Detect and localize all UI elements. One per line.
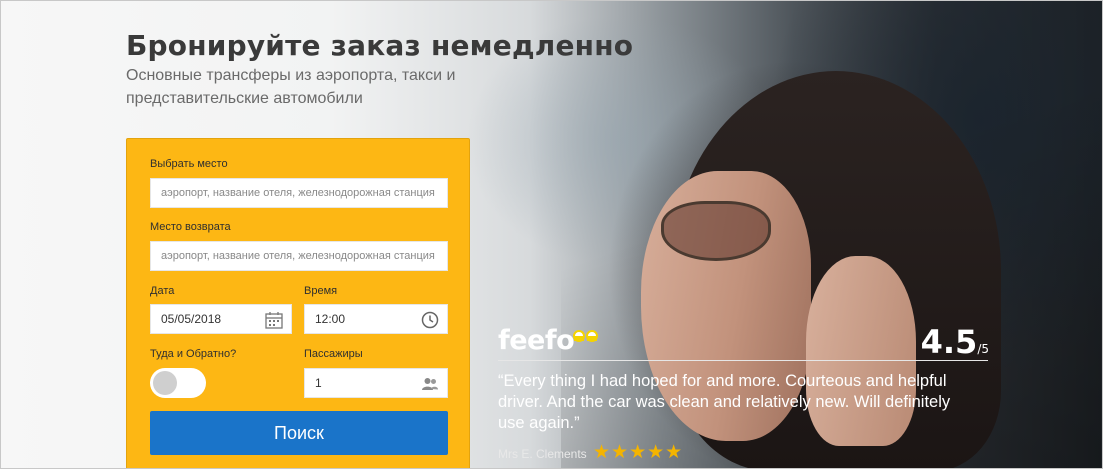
review-divider	[498, 360, 988, 361]
review-author: Mrs E. Clements	[498, 447, 587, 461]
date-input[interactable]: 05/05/2018	[150, 304, 292, 334]
rating-max: /5	[977, 342, 989, 356]
passengers-value: 1	[315, 376, 322, 390]
star-rating: ★★★★★	[593, 442, 684, 463]
people-icon	[422, 378, 438, 390]
sunglasses	[661, 201, 771, 261]
time-input[interactable]: 12:00	[304, 304, 448, 334]
date-value: 05/05/2018	[161, 312, 222, 326]
review-quote: “Every thing I had hoped for and more. C…	[498, 372, 951, 432]
page-subtitle: Основные трансферы из аэропорта, такси и…	[126, 67, 456, 107]
rating-score: 4.5/5	[921, 323, 989, 361]
dropoff-input[interactable]: аэропорт, название отеля, железнодорожна…	[150, 241, 448, 271]
time-value: 12:00	[315, 312, 346, 326]
booking-form: Выбрать место аэропорт, название отеля, …	[126, 138, 470, 468]
calendar-icon[interactable]	[265, 311, 283, 329]
passengers-input[interactable]: 1	[304, 368, 448, 398]
date-label: Дата	[150, 285, 175, 297]
roundtrip-toggle[interactable]	[150, 368, 206, 398]
pickup-label: Выбрать место	[150, 158, 228, 170]
time-label: Время	[304, 285, 338, 297]
dropoff-label: Место возврата	[150, 221, 231, 233]
roundtrip-label: Туда и Обратно?	[150, 348, 237, 360]
pickup-input[interactable]: аэропорт, название отеля, железнодорожна…	[150, 178, 448, 208]
page-frame: Бронируйте заказ немедленно Основные тра…	[0, 0, 1103, 469]
feefo-logo: feefo	[498, 325, 575, 356]
feefo-eyes-icon	[573, 330, 598, 342]
rating-value: 4.5	[920, 323, 978, 361]
toggle-knob	[153, 371, 177, 395]
passengers-label: Пассажиры	[304, 348, 363, 360]
clock-icon[interactable]	[421, 311, 439, 329]
page-title: Бронируйте заказ немедленно	[126, 29, 634, 62]
search-button[interactable]: Поиск	[150, 411, 448, 455]
pickup-placeholder: аэропорт, название отеля, железнодорожна…	[161, 187, 435, 199]
dropoff-placeholder: аэропорт, название отеля, железнодорожна…	[161, 250, 435, 262]
